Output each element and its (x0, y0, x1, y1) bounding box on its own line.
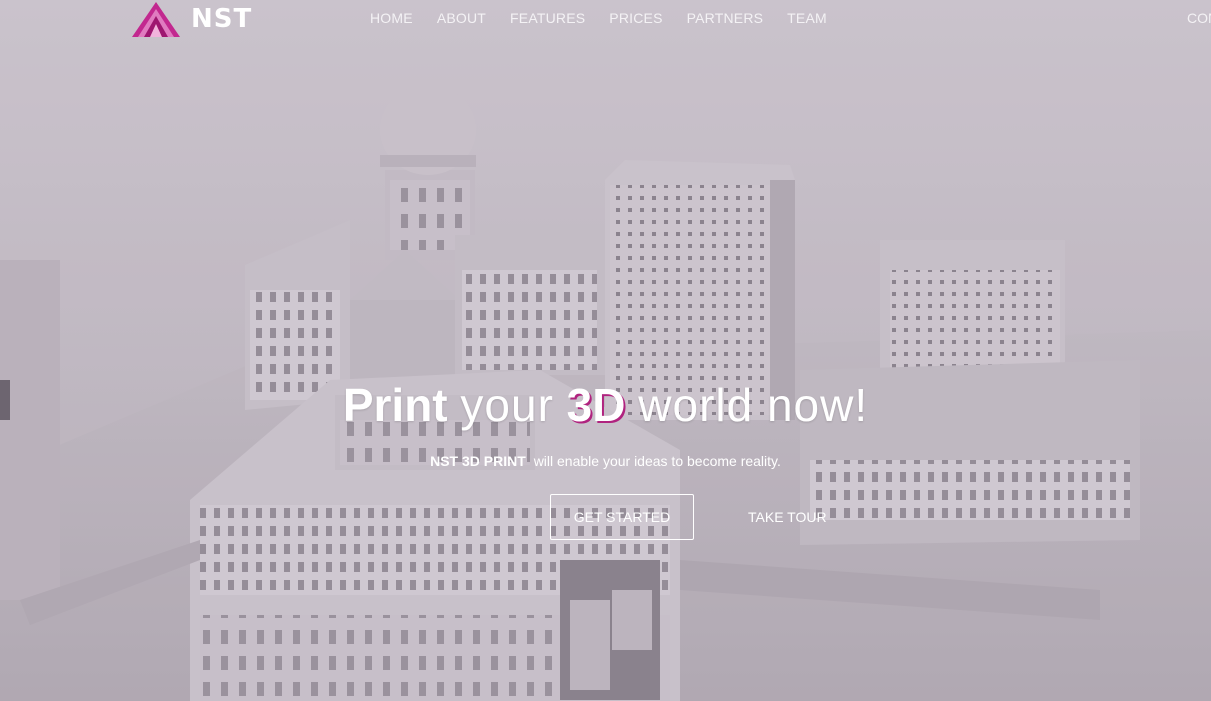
brand-logo[interactable]: NST (131, 0, 252, 38)
top-navbar: NST HOME ABOUT FEATURES PRICES PARTNERS … (0, 0, 1211, 38)
subline-brand: NST 3D PRINT (430, 453, 526, 469)
hero-section: NST HOME ABOUT FEATURES PRICES PARTNERS … (0, 0, 1211, 701)
subline-text: will enable your ideas to become reality… (533, 453, 781, 469)
nav-item-features[interactable]: FEATURES (510, 10, 585, 26)
hero-headline: Print your 3D world now! (0, 378, 1211, 432)
nav-item-partners[interactable]: PARTNERS (687, 10, 764, 26)
hero-cta-group: GET STARTED TAKE TOUR (550, 494, 833, 540)
nav-item-about[interactable]: ABOUT (437, 10, 486, 26)
get-started-button[interactable]: GET STARTED (550, 494, 694, 540)
headline-word-3d: 3D (566, 379, 626, 431)
headline-word-world-now: world now! (638, 379, 869, 431)
take-tour-button[interactable]: TAKE TOUR (742, 494, 833, 540)
nav-item-home[interactable]: HOME (370, 10, 413, 26)
hero-subheadline: NST 3D PRINT will enable your ideas to b… (0, 453, 1211, 469)
hero-tint-overlay (0, 0, 1211, 701)
triangle-logo-icon (132, 2, 180, 37)
nav-menu: HOME ABOUT FEATURES PRICES PARTNERS TEAM (370, 0, 827, 36)
headline-word-print: Print (342, 379, 448, 431)
nav-item-contact[interactable]: CON (1187, 0, 1211, 36)
brand-name: NST (191, 4, 253, 34)
nav-item-prices[interactable]: PRICES (609, 10, 662, 26)
headline-word-your: your (460, 379, 554, 431)
nav-item-team[interactable]: TEAM (787, 10, 827, 26)
